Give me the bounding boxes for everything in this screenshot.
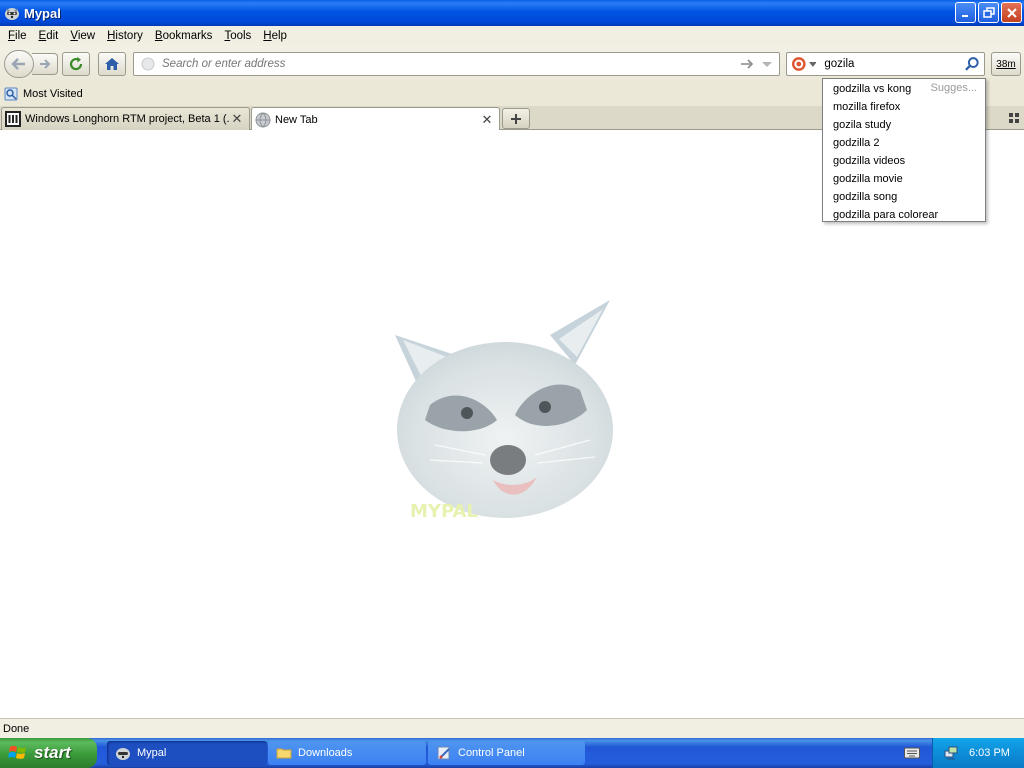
window-controls [955,2,1022,23]
minimize-icon [961,14,968,17]
close-icon [1006,7,1017,18]
menu-label-rest: elp [271,30,287,42]
menu-accelerator: B [154,30,163,42]
task-label: Mypal [137,747,167,759]
tab-close-icon[interactable]: ✕ [480,112,494,127]
keyboard-icon[interactable] [904,746,920,760]
menu-help[interactable]: Help [257,30,293,42]
mypal-raccoon-logo: MYPAL [395,300,613,522]
restore-icon [982,6,995,18]
most-visited-label: Most Visited [23,88,83,100]
suggestion-item[interactable]: godzilla song [823,188,985,206]
raccoon-icon [116,748,130,760]
search-suggestions-popup: Sugges... godzilla vs kong mozilla firefo… [822,78,986,222]
back-forward-group [4,50,58,78]
tab-windows-longhorn[interactable]: Windows Longhorn RTM project, Beta 1 (..… [1,107,250,130]
logo-text: MYPAL [410,501,478,522]
suggestion-item[interactable]: godzilla 2 [823,134,985,152]
new-tab-button[interactable] [502,108,530,129]
navigation-toolbar: 38m [0,46,1024,82]
suggestion-item[interactable]: godzilla vs kong [823,80,985,98]
suggestion-item[interactable]: mozilla firefox [823,98,985,116]
time-tracker-button[interactable]: 38m [991,52,1021,76]
history-dropdown-icon[interactable] [761,56,773,72]
search-engine-icon[interactable] [791,56,807,72]
windows-logo-icon [8,745,26,759]
home-icon [105,58,119,70]
menu-accelerator: H [263,30,272,42]
minimize-button[interactable] [955,2,976,23]
suggestion-item[interactable]: godzilla para colorear [823,206,985,224]
bookmark-folder-icon [4,87,18,101]
search-input[interactable] [824,58,965,70]
status-text: Done [3,722,30,735]
control-panel-icon [437,746,450,760]
menu-accelerator: V [70,30,78,42]
taskbar-item-control-panel[interactable]: Control Panel [428,741,585,765]
menu-view[interactable]: View [64,30,101,42]
forward-button[interactable] [32,53,58,75]
menu-label-rest: ile [15,30,27,42]
museum-icon [5,111,21,127]
tab-new-tab[interactable]: New Tab ✕ [251,107,500,131]
suggestion-item[interactable]: godzilla videos [823,152,985,170]
start-label: start [34,743,71,762]
tab-label: Windows Longhorn RTM project, Beta 1 (..… [25,113,230,125]
taskbar-item-mypal[interactable]: Mypal [107,741,267,765]
menu-label-rest: ools [230,30,252,42]
site-identity-icon [141,57,155,71]
reload-icon [69,57,83,71]
suggestion-item[interactable]: godzilla movie [823,170,985,188]
suggestion-item[interactable]: gozila study [823,116,985,134]
home-button[interactable] [98,52,126,76]
start-button[interactable]: start [0,738,97,768]
engine-dropdown-icon[interactable] [808,60,817,68]
menu-bar: File Edit View History Bookmarks Tools Help [0,26,1024,46]
menu-label-rest: istory [115,30,143,42]
tab-label: New Tab [275,113,318,126]
menu-edit[interactable]: Edit [33,30,65,42]
system-tray: 6:03 PM [932,738,1024,768]
folder-icon [276,748,292,759]
back-button[interactable] [4,50,34,78]
menu-label-rest: iew [77,30,96,42]
search-icon[interactable] [964,56,980,72]
menu-history[interactable]: History [101,30,149,42]
window-title: Mypal [24,5,61,21]
menu-file[interactable]: File [2,30,33,42]
raccoon-icon [5,8,19,20]
address-input[interactable] [162,58,739,70]
close-button[interactable] [1001,2,1022,23]
menu-label-rest: dit [46,30,59,42]
back-arrow-icon [11,58,25,70]
menu-bookmarks[interactable]: Bookmarks [149,30,219,42]
restore-button[interactable] [978,2,999,23]
network-icon[interactable] [943,745,959,761]
window-titlebar[interactable]: Mypal [0,0,1024,26]
plus-icon [511,113,521,124]
address-bar[interactable] [133,52,780,76]
clock: 6:03 PM [969,747,1010,759]
task-label: Downloads [298,747,353,759]
reload-button[interactable] [62,52,90,76]
all-tabs-icon[interactable] [1008,112,1020,124]
most-visited-bookmark[interactable]: Most Visited [4,87,83,101]
task-label: Control Panel [458,747,525,759]
globe-icon [255,112,271,128]
menu-accelerator: F [8,30,16,42]
taskbar: start Mypal Downloads Control Panel 6:03… [0,738,1024,768]
menu-tools[interactable]: Tools [218,30,257,42]
status-bar: Done [0,718,1024,738]
taskbar-item-downloads[interactable]: Downloads [268,741,426,765]
forward-arrow-icon [39,59,50,69]
go-arrow-icon[interactable] [739,56,755,72]
search-bar[interactable] [786,52,985,76]
menu-label-rest: ookmarks [162,30,213,42]
tab-close-icon[interactable]: ✕ [230,111,244,126]
